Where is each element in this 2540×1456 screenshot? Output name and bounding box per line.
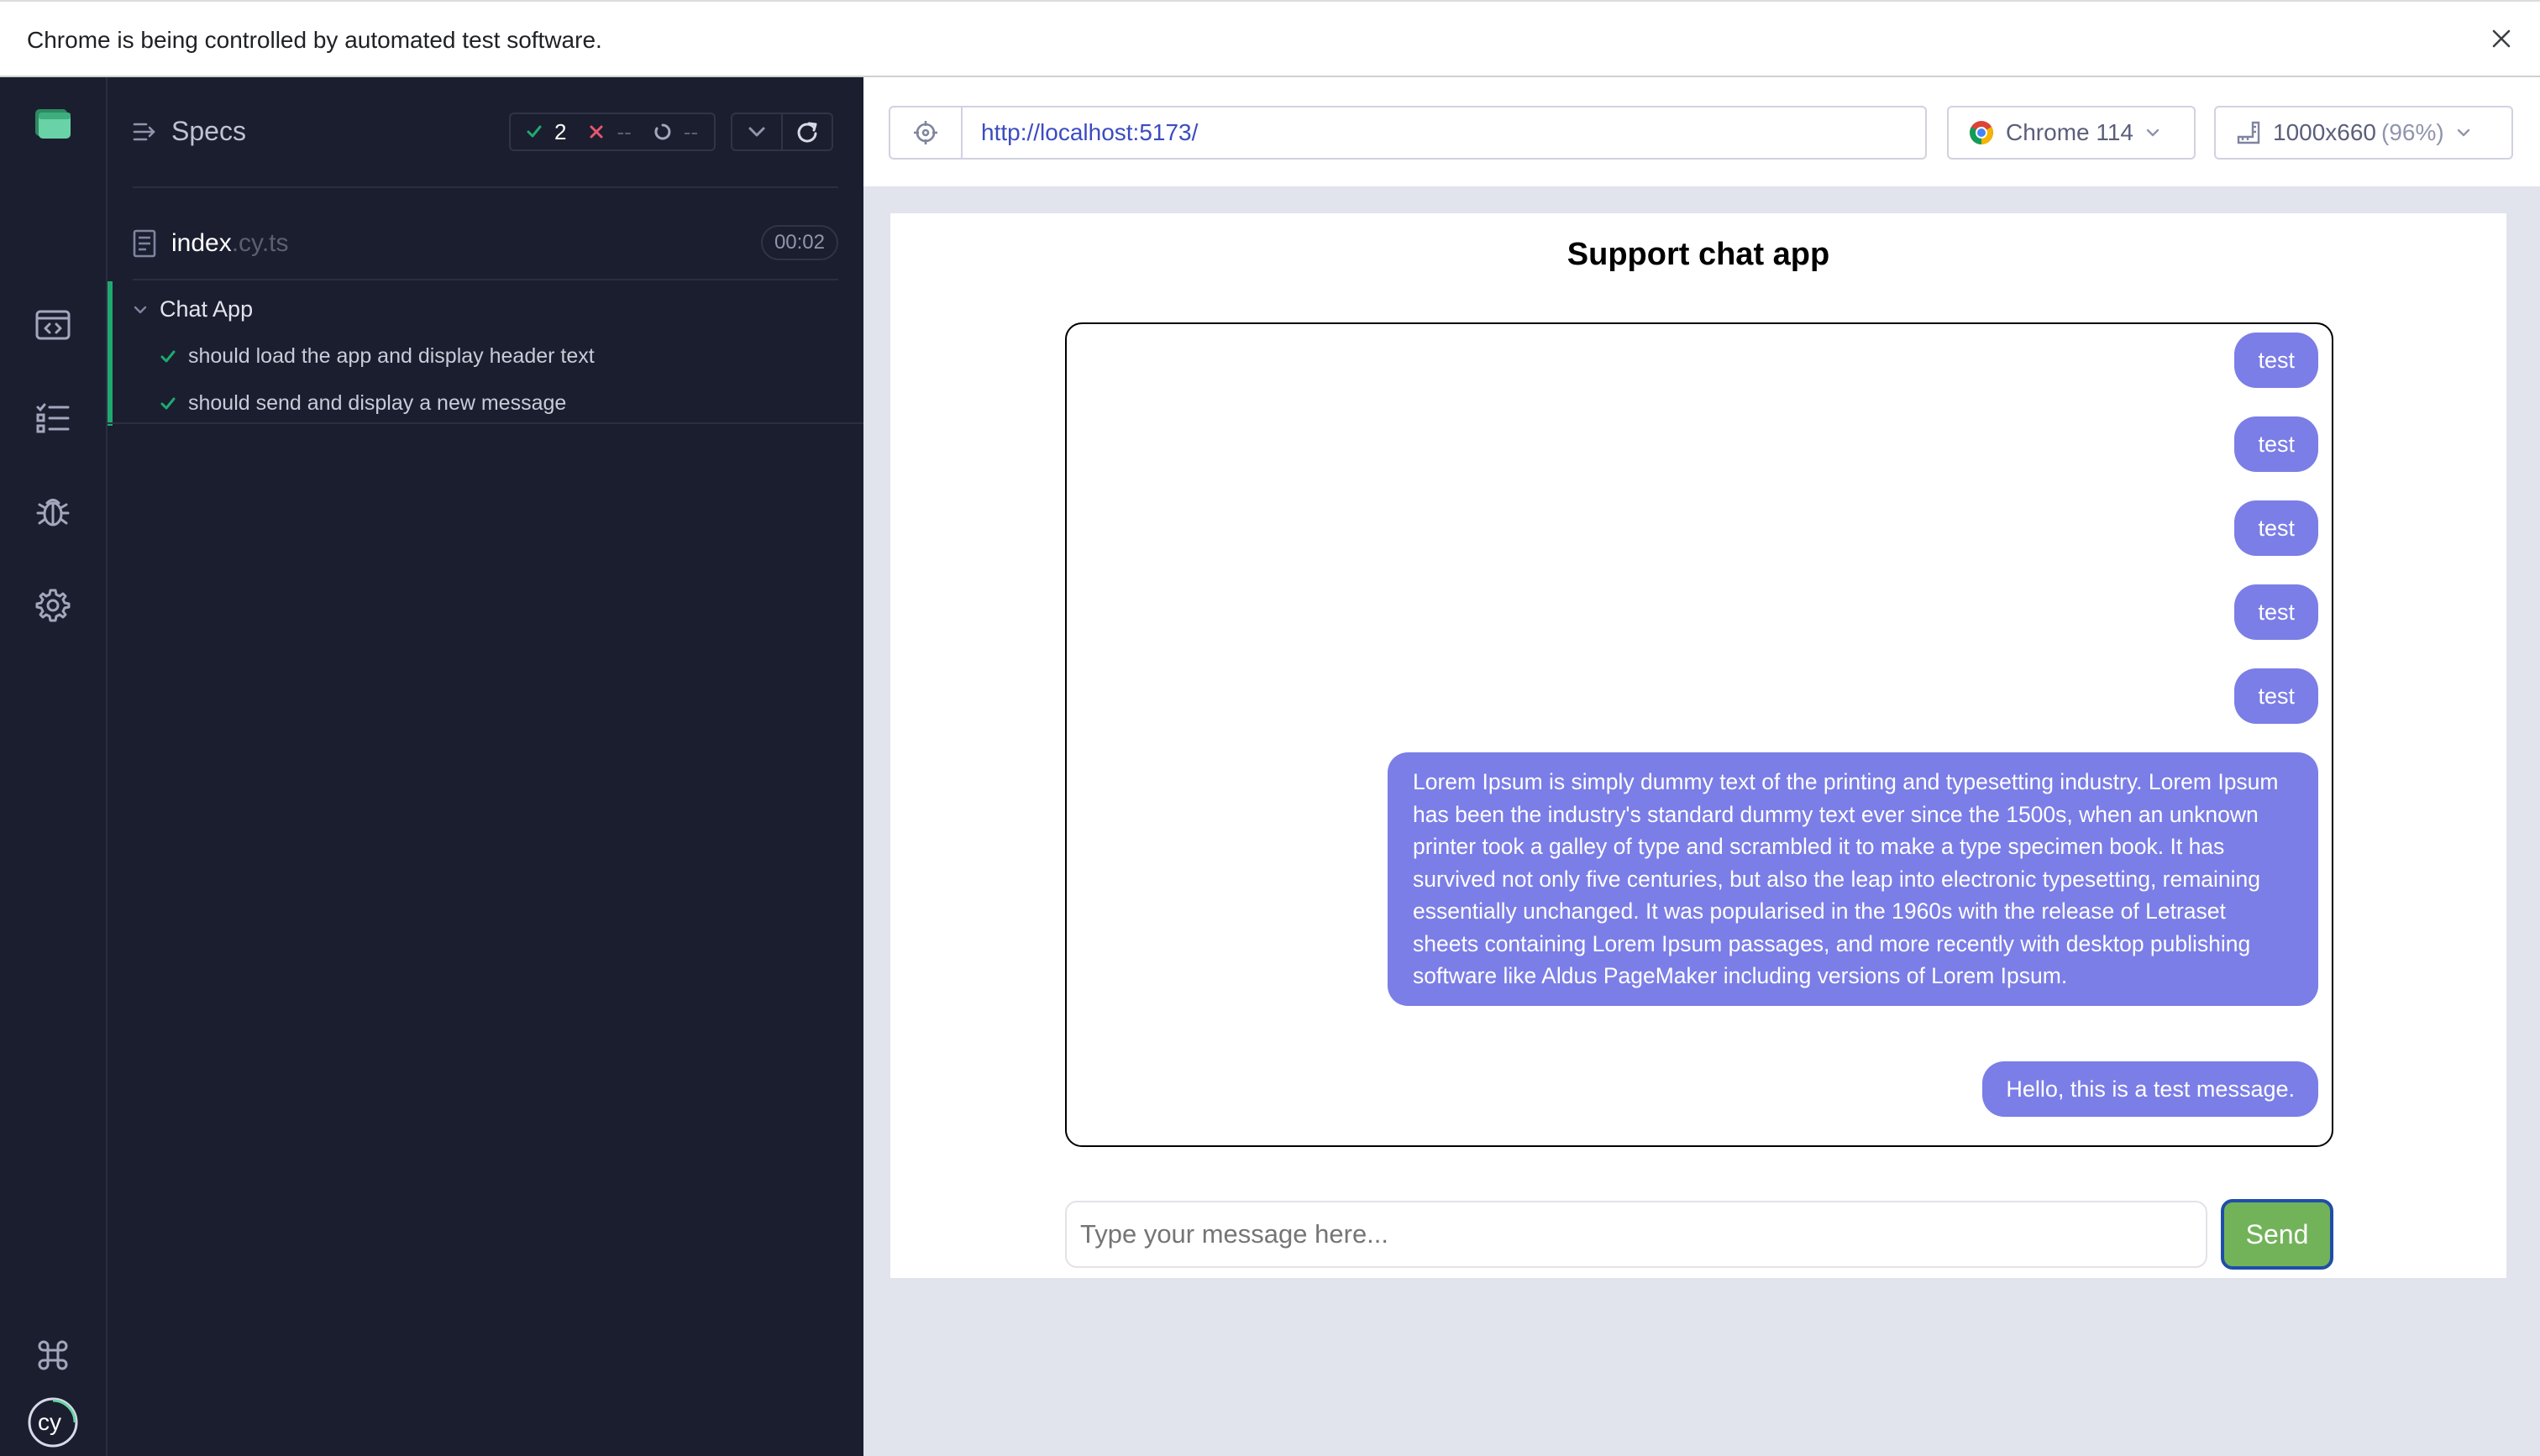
automation-infobar: Chrome is being controlled by automated …	[0, 0, 2540, 77]
test-item[interactable]: should send and display a new message	[160, 391, 566, 416]
test-title: should load the app and display header t…	[188, 344, 595, 368]
reporter-panel: Specs 2 -- -- index .cy.ts 00:02 Chat Ap…	[108, 77, 863, 1456]
collapse-all-button[interactable]	[731, 113, 783, 151]
pass-check-icon	[527, 125, 542, 138]
chevron-down-icon	[2457, 128, 2469, 137]
suite-header[interactable]: Chat App	[133, 296, 253, 322]
chevron-down-icon	[2146, 128, 2160, 137]
chat-message: test	[2234, 584, 2318, 640]
divider	[133, 186, 838, 188]
command-key-icon[interactable]	[0, 1322, 106, 1389]
spec-file-name: index	[171, 229, 232, 257]
specs-list-icon	[133, 123, 155, 140]
svg-text:cy: cy	[38, 1409, 61, 1435]
chat-messages[interactable]: test test test test test Lorem Ipsum is …	[1065, 322, 2333, 1147]
aut-iframe: Support chat app test test test test tes…	[890, 213, 2506, 1278]
page-title: Support chat app	[1567, 237, 1830, 272]
aut-header: http://localhost:5173/ Chrome 114 1000x6…	[863, 77, 2540, 186]
gear-icon[interactable]	[0, 559, 106, 652]
browser-label: Chrome 114	[2006, 119, 2134, 145]
specs-header: Specs 2 -- --	[108, 77, 863, 186]
refresh-icon	[797, 122, 817, 143]
crosshair-icon	[914, 121, 937, 144]
chevron-down-icon	[134, 306, 147, 313]
pending-count: --	[683, 118, 699, 144]
code-window-icon[interactable]	[0, 279, 106, 371]
spec-duration: 00:02	[760, 225, 838, 260]
ruler-icon	[2237, 121, 2260, 144]
close-icon[interactable]	[2483, 20, 2520, 57]
infobar-message: Chrome is being controlled by automated …	[27, 27, 602, 53]
chat-message: test	[2234, 416, 2318, 472]
url-text[interactable]: http://localhost:5173/	[981, 119, 1198, 146]
selector-playground-button[interactable]	[890, 107, 963, 158]
viewport-scale: (96%)	[2381, 119, 2444, 145]
rerun-button[interactable]	[781, 113, 833, 151]
chat-message: test	[2234, 333, 2318, 388]
cypress-app-icon[interactable]	[0, 77, 106, 170]
url-bar: http://localhost:5173/	[889, 106, 1927, 160]
chevron-down-icon	[748, 127, 765, 137]
bug-icon[interactable]	[0, 465, 106, 558]
test-suite: Chat App should load the app and display…	[108, 281, 863, 426]
chat-message: test	[2234, 668, 2318, 724]
side-nav: cy	[0, 77, 108, 1456]
chat-message: Lorem Ipsum is simply dummy text of the …	[1388, 752, 2318, 1006]
browser-dropdown[interactable]: Chrome 114	[1947, 106, 2196, 160]
pending-spinner-icon	[654, 123, 671, 140]
viewport-size: 1000x660	[2273, 119, 2377, 145]
failed-count: --	[617, 118, 632, 144]
send-button[interactable]: Send	[2221, 1199, 2333, 1270]
cypress-logo-icon[interactable]: cy	[0, 1389, 106, 1456]
divider	[133, 279, 838, 280]
message-input[interactable]	[1065, 1201, 2207, 1268]
passed-count: 2	[554, 118, 567, 144]
test-title: should send and display a new message	[188, 391, 567, 415]
chrome-icon	[1970, 121, 1993, 144]
cypress-app: cy Specs 2 -- -- index .cy.ts 00:02 Chat…	[0, 77, 2540, 1456]
chat-message: Hello, this is a test message.	[1982, 1061, 2318, 1117]
document-icon	[133, 229, 156, 258]
fail-x-icon	[590, 125, 603, 139]
pass-check-icon	[160, 350, 176, 362]
spec-file-row[interactable]: index .cy.ts 00:02	[133, 218, 838, 269]
suite-title: Chat App	[160, 296, 254, 322]
spec-file-ext: .cy.ts	[231, 229, 289, 257]
test-stats: 2 -- --	[509, 113, 716, 151]
chat-message: test	[2234, 500, 2318, 556]
test-list-icon[interactable]	[0, 371, 106, 464]
test-item[interactable]: should load the app and display header t…	[160, 344, 595, 369]
specs-toggle[interactable]: Specs	[133, 116, 246, 147]
viewport-dropdown[interactable]: 1000x660 (96%)	[2214, 106, 2513, 160]
divider	[108, 422, 863, 424]
pass-check-icon	[160, 397, 176, 409]
specs-title: Specs	[171, 116, 246, 146]
aut-panel: http://localhost:5173/ Chrome 114 1000x6…	[863, 77, 2540, 1456]
